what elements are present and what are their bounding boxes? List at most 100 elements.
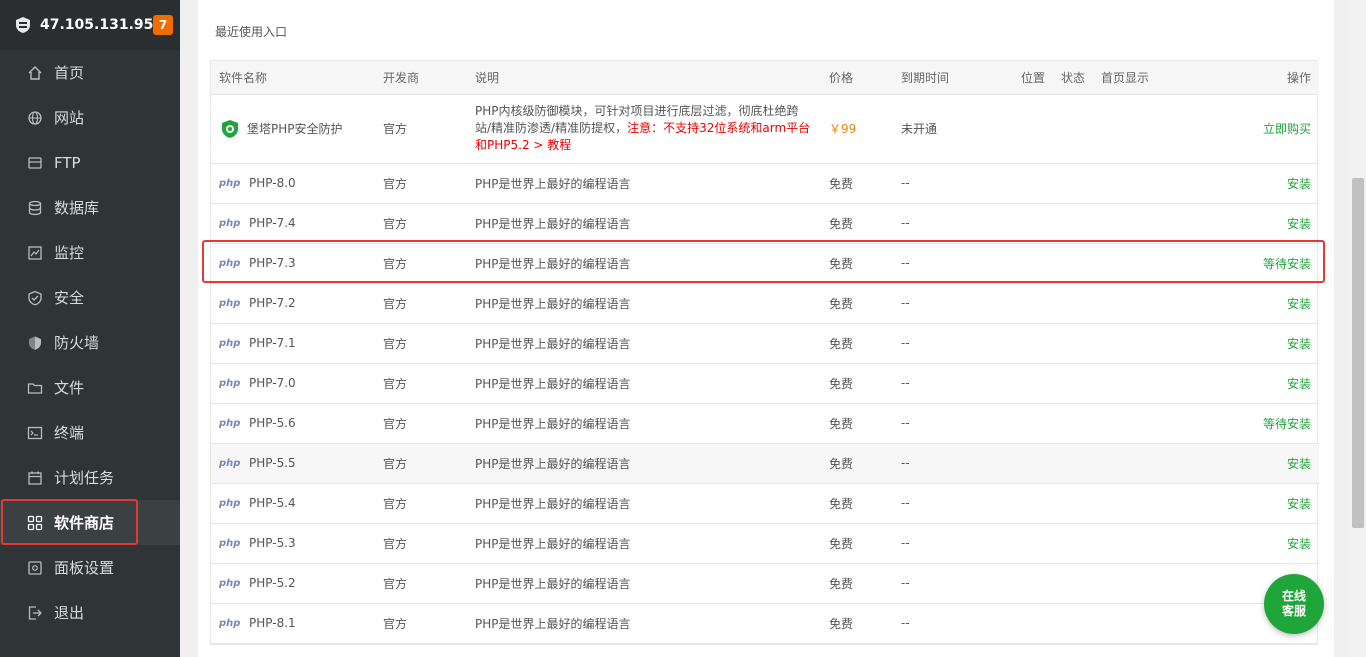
description: PHP是世界上最好的编程语言 — [467, 443, 821, 484]
software-name: PHP-7.1 — [249, 336, 296, 350]
expire: -- — [893, 483, 1013, 524]
table-row: php PHP-5.4 官方 PHP是世界上最好的编程语言 免费 -- 安装 — [211, 483, 1319, 524]
description: PHP是世界上最好的编程语言 — [467, 323, 821, 364]
install-button[interactable]: 等待安装 — [1263, 257, 1311, 271]
expire: -- — [893, 443, 1013, 484]
install-button[interactable]: 等待安装 — [1263, 417, 1311, 431]
expire: -- — [893, 203, 1013, 244]
expire: 未开通 — [893, 94, 1013, 164]
price: 免费 — [821, 523, 893, 564]
sidebar-item-2[interactable]: FTP — [0, 140, 180, 185]
price: ￥99 — [821, 94, 893, 164]
scroll-thumb[interactable] — [1352, 178, 1364, 528]
description: PHP是世界上最好的编程语言 — [467, 483, 821, 524]
software-name: PHP-8.0 — [249, 176, 296, 190]
install-button[interactable]: 安装 — [1287, 297, 1311, 311]
php-icon: php — [219, 497, 241, 509]
description: PHP是世界上最好的编程语言 — [467, 363, 821, 404]
col-expire: 到期时间 — [893, 61, 1013, 95]
sidebar-item-5[interactable]: 安全 — [0, 275, 180, 320]
install-button[interactable]: 安装 — [1287, 537, 1311, 551]
sidebar-item-6[interactable]: 防火墙 — [0, 320, 180, 365]
install-button[interactable]: 安装 — [1287, 377, 1311, 391]
table-row: php PHP-7.2 官方 PHP是世界上最好的编程语言 免费 -- 安装 — [211, 283, 1319, 324]
warning-text: 注意：不支持32位系统和arm平台 — [627, 121, 811, 135]
sidebar-item-3[interactable]: 数据库 — [0, 185, 180, 230]
sidebar-item-11[interactable]: 面板设置 — [0, 545, 180, 590]
logout-icon — [27, 605, 43, 621]
col-name: 软件名称 — [211, 61, 375, 95]
table-row: php PHP-5.5 官方 PHP是世界上最好的编程语言 免费 -- 安装 — [211, 443, 1319, 484]
software-name: PHP-7.2 — [249, 296, 296, 310]
col-location: 位置 — [1013, 61, 1053, 95]
table-row: php PHP-7.3 官方 PHP是世界上最好的编程语言 免费 -- 等待安装 — [211, 243, 1319, 284]
tutorial-link[interactable]: 和PHP5.2 > 教程 — [475, 138, 571, 152]
main-panel: 最近使用入口 软件名称 开发商 说明 价格 到期时间 位置 状态 首页显示 操作 — [198, 0, 1334, 657]
price: 免费 — [821, 603, 893, 644]
database-icon — [27, 200, 43, 216]
table-row: php PHP-5.2 官方 PHP是世界上最好的编程语言 免费 -- — [211, 563, 1319, 604]
sidebar-item-label: 首页 — [54, 64, 85, 82]
description: PHP是世界上最好的编程语言 — [467, 563, 821, 604]
software-name: PHP-7.0 — [249, 376, 296, 390]
software-table: 软件名称 开发商 说明 价格 到期时间 位置 状态 首页显示 操作 堡塔PHP安… — [210, 60, 1319, 645]
sidebar-item-1[interactable]: 网站 — [0, 95, 180, 140]
install-button[interactable]: 安装 — [1287, 457, 1311, 471]
price: 免费 — [821, 403, 893, 444]
price: 免费 — [821, 563, 893, 604]
php-icon: php — [219, 417, 241, 429]
col-homepage-display: 首页显示 — [1093, 61, 1213, 95]
shield-check-icon — [27, 290, 43, 306]
sidebar-item-12[interactable]: 退出 — [0, 590, 180, 635]
sidebar-item-7[interactable]: 文件 — [0, 365, 180, 410]
developer: 官方 — [375, 94, 467, 164]
expire: -- — [893, 363, 1013, 404]
bt-security-logo-icon — [219, 118, 241, 140]
sidebar-item-4[interactable]: 监控 — [0, 230, 180, 275]
sidebar-item-label: 安全 — [54, 289, 85, 307]
sidebar-menu: 首页网站 FTP 数据库 监控安全防火墙文件 终端 计划任务 软件商店面板设置退出 — [0, 50, 180, 635]
php-icon: php — [219, 337, 241, 349]
software-name: PHP-8.1 — [249, 616, 296, 630]
buy-now-button[interactable]: 立即购买 — [1263, 122, 1311, 136]
description: PHP是世界上最好的编程语言 — [467, 403, 821, 444]
monitor-icon — [27, 245, 43, 261]
price: 免费 — [821, 163, 893, 204]
php-icon: php — [219, 377, 241, 389]
software-name: PHP-5.6 — [249, 416, 296, 430]
sidebar-item-label: 防火墙 — [54, 334, 100, 352]
price: 免费 — [821, 283, 893, 324]
developer: 官方 — [375, 243, 467, 284]
sidebar-item-9[interactable]: 计划任务 — [0, 455, 180, 500]
developer: 官方 — [375, 283, 467, 324]
table-row: 堡塔PHP安全防护 官方 PHP内核级防御模块，可针对项目进行底层过滤，彻底杜绝… — [211, 94, 1319, 164]
sidebar-item-0[interactable]: 首页 — [0, 50, 180, 95]
table-row: php PHP-5.3 官方 PHP是世界上最好的编程语言 免费 -- 安装 — [211, 523, 1319, 564]
description: PHP内核级防御模块，可针对项目进行底层过滤，彻底杜绝跨 站/精准防渗透/精准防… — [467, 94, 821, 164]
install-button[interactable]: 安装 — [1287, 497, 1311, 511]
software-name: PHP-7.4 — [249, 216, 296, 230]
install-button[interactable]: 安装 — [1287, 337, 1311, 351]
php-icon: php — [219, 297, 241, 309]
install-button[interactable]: 安装 — [1287, 177, 1311, 191]
software-name: PHP-5.5 — [249, 456, 296, 470]
notification-badge[interactable]: 7 — [153, 15, 173, 35]
online-support-button[interactable]: 在线 客服 — [1264, 574, 1324, 634]
description: PHP是世界上最好的编程语言 — [467, 523, 821, 564]
php-icon: php — [219, 577, 241, 589]
table-row: php PHP-7.0 官方 PHP是世界上最好的编程语言 免费 -- 安装 — [211, 363, 1319, 404]
sidebar-item-label: 面板设置 — [54, 559, 115, 577]
sidebar-item-label: FTP — [54, 153, 81, 172]
expire: -- — [893, 163, 1013, 204]
price: 免费 — [821, 203, 893, 244]
developer: 官方 — [375, 563, 467, 604]
calendar-icon — [27, 470, 43, 486]
price: 免费 — [821, 363, 893, 404]
expire: -- — [893, 523, 1013, 564]
sidebar-item-8[interactable]: 终端 — [0, 410, 180, 455]
software-name: PHP-7.3 — [249, 256, 296, 270]
scrollbar[interactable] — [1350, 0, 1366, 657]
install-button[interactable]: 安装 — [1287, 217, 1311, 231]
sidebar-item-10[interactable]: 软件商店 — [0, 500, 180, 545]
server-shield-icon — [14, 16, 32, 34]
